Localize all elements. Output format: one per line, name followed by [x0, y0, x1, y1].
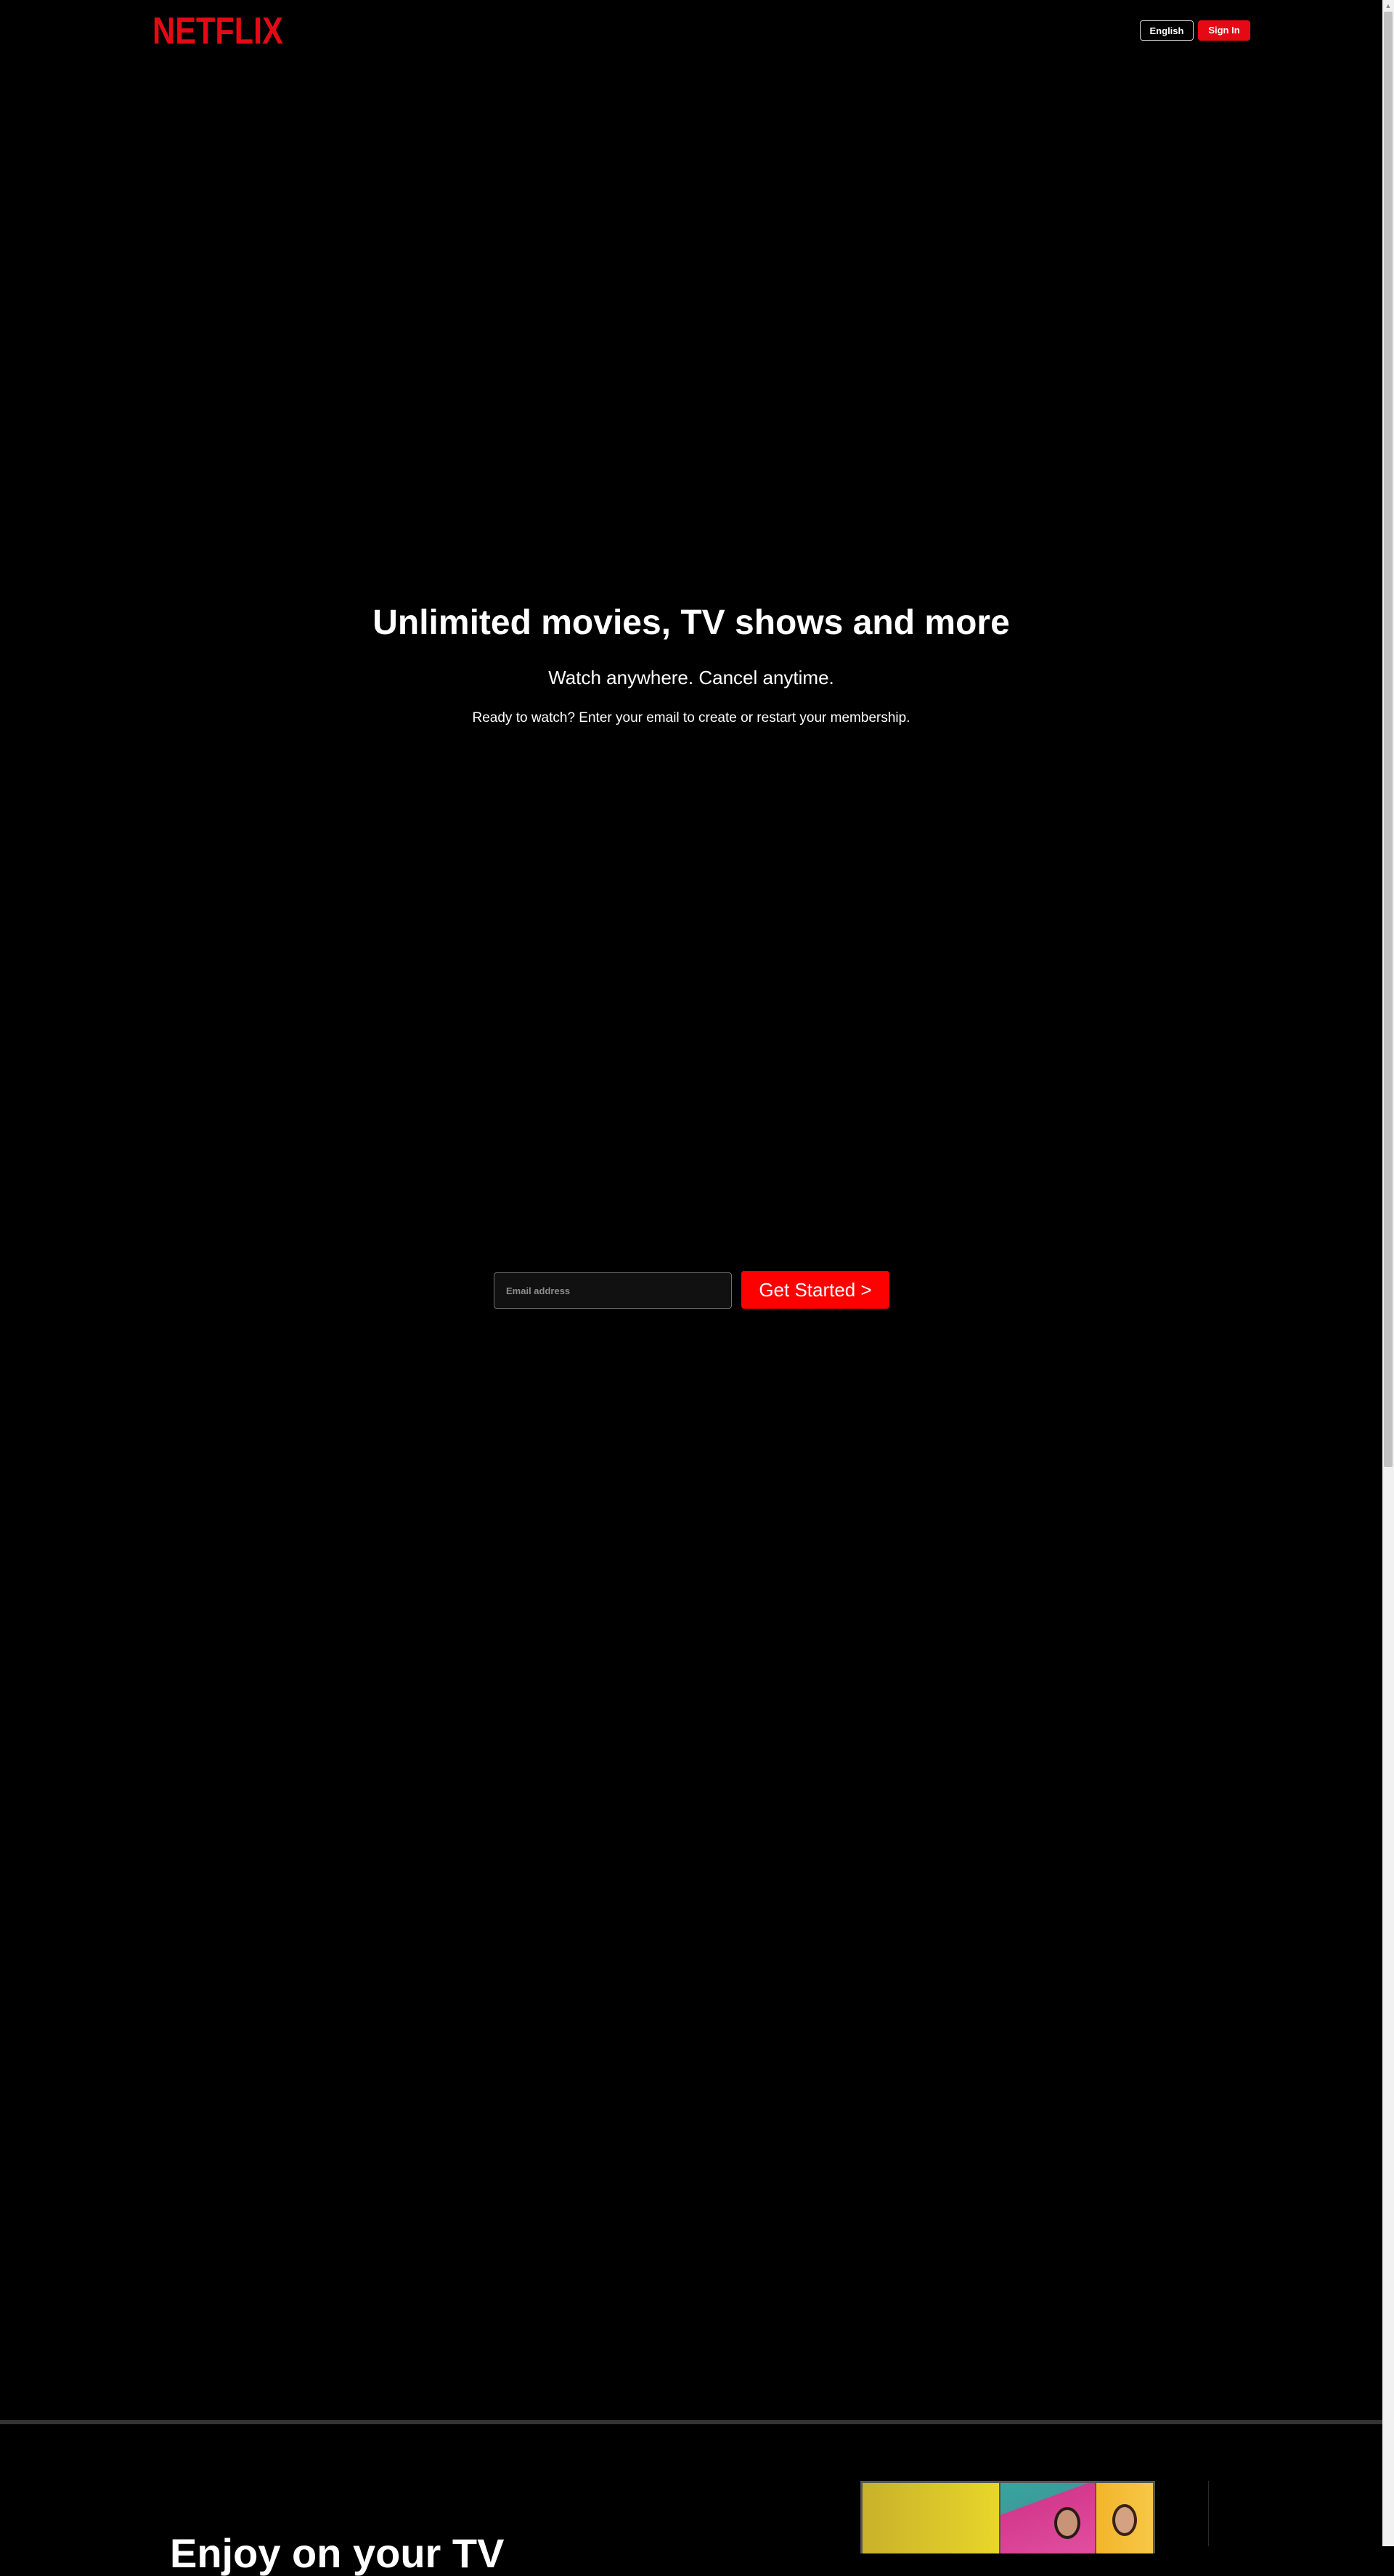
tv-panel	[1000, 2483, 1095, 2553]
section-divider	[0, 2420, 1382, 2424]
sign-in-button[interactable]: Sign In	[1198, 20, 1250, 41]
tv-image	[860, 2481, 1155, 2553]
section-title: Enjoy on your TV	[170, 2530, 505, 2576]
email-input[interactable]	[494, 1272, 732, 1309]
scrollbar[interactable]: ▲	[1382, 0, 1394, 2546]
svg-text:NETFLIX: NETFLIX	[152, 10, 283, 48]
hero-cta-text: Ready to watch? Enter your email to crea…	[472, 710, 910, 726]
tv-panel	[863, 2483, 999, 2553]
netflix-logo[interactable]: NETFLIX	[152, 10, 283, 48]
get-started-button[interactable]: Get Started >	[741, 1271, 889, 1309]
language-select[interactable]: English	[1140, 20, 1194, 41]
tv-image-figure	[1054, 2507, 1080, 2539]
section-divider-line	[1208, 2481, 1209, 2546]
page: NETFLIX English Sign In Unlimited movies…	[0, 0, 1382, 2574]
hero-subtitle: Watch anywhere. Cancel anytime.	[548, 667, 834, 688]
scrollbar-thumb[interactable]	[1384, 12, 1393, 1467]
hero-title: Unlimited movies, TV shows and more	[372, 604, 1010, 642]
arrow-up-icon[interactable]: ▲	[1382, 0, 1394, 12]
tv-image-figure	[1112, 2504, 1137, 2536]
netflix-logo-icon: NETFLIX	[152, 10, 283, 48]
